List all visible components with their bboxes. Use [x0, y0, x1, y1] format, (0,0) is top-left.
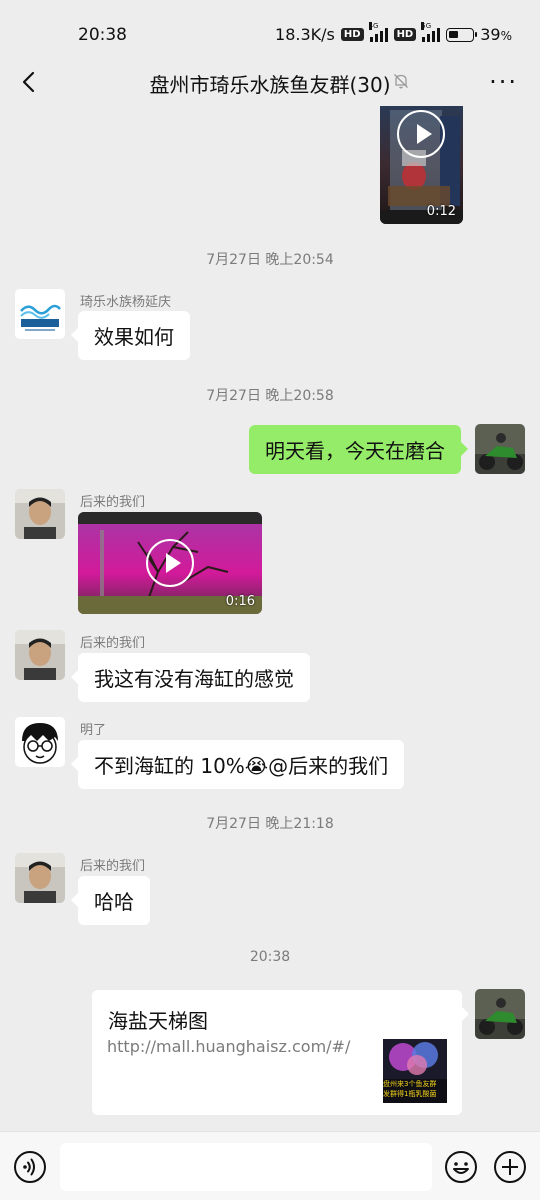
message-bubble[interactable]: 哈哈 [71, 876, 150, 925]
sender-name: 后来的我们 [80, 495, 146, 510]
video-message-top[interactable]: 0:12 [380, 106, 463, 224]
battery-icon [446, 27, 478, 42]
cartoon-avatar-icon [15, 717, 65, 767]
signal-5g-label: 5G [421, 21, 432, 30]
emoji-icon[interactable] [444, 1150, 478, 1184]
message-bubble-self[interactable]: 明天看，今天在磨合 [249, 425, 468, 474]
motorcycle-avatar-icon [475, 424, 525, 474]
person-avatar-icon [15, 630, 65, 680]
sender-name: 后来的我们 [80, 859, 146, 874]
avatar[interactable] [15, 489, 65, 539]
message-bubble[interactable]: 效果如何 [71, 311, 190, 360]
avatar[interactable] [15, 630, 65, 680]
hd-badge: HD [340, 28, 364, 41]
timestamp: 7月27日 晚上21:18 [206, 816, 334, 832]
link-title: 海盐天梯图 [108, 1009, 208, 1033]
status-bar: 20:38 18.3K/s HD 4G HD 5G 39% [0, 0, 540, 60]
signal-5g-icon: 5G [421, 21, 441, 42]
avatar[interactable] [15, 289, 65, 339]
signal-4g-label: 4G [368, 21, 379, 30]
link-card[interactable]: 海盐天梯图 http://mall.huanghaisz.com/#/ 盘州来3… [92, 990, 469, 1115]
play-icon[interactable] [146, 539, 194, 587]
my-avatar[interactable] [475, 989, 525, 1039]
status-indicators: 18.3K/s HD 4G HD 5G 39% [275, 21, 512, 44]
sender-name: 后来的我们 [80, 636, 146, 651]
link-url: http://mall.huanghaisz.com/#/ [107, 1037, 351, 1056]
battery-fill [449, 30, 459, 38]
video-message[interactable]: 0:16 [78, 512, 262, 614]
chat-title[interactable]: 盘州市琦乐水族鱼友群(30) [0, 69, 540, 98]
thumb-caption-1: 盘州来3个鱼友群 [383, 1080, 437, 1088]
avatar[interactable] [15, 853, 65, 903]
sender-name: 明了 [80, 723, 107, 738]
more-icon[interactable]: ··· [489, 68, 518, 96]
voice-icon[interactable] [13, 1150, 47, 1184]
plus-icon[interactable] [493, 1150, 527, 1184]
person-avatar-icon [15, 853, 65, 903]
avatar[interactable] [15, 717, 65, 767]
sender-name: 琦乐水族杨延庆 [80, 295, 172, 310]
person-avatar-icon [15, 489, 65, 539]
timestamp: 20:38 [249, 949, 291, 965]
message-input[interactable] [60, 1143, 432, 1191]
qile-logo-icon [15, 289, 65, 339]
input-bar [0, 1131, 540, 1200]
my-avatar[interactable] [475, 424, 525, 474]
message-bubble[interactable]: 不到海缸的 10%😭@后来的我们 [70, 740, 405, 789]
motorcycle-avatar-icon [475, 989, 525, 1039]
status-time: 20:38 [78, 25, 127, 45]
thumb-caption-2: 发群得1瓶乳酸菌 [383, 1090, 437, 1098]
link-thumbnail: 盘州来3个鱼友群 发群得1瓶乳酸菌 [383, 1039, 447, 1103]
chat-header: 盘州市琦乐水族鱼友群(30) ··· [0, 60, 540, 106]
signal-4g-icon: 4G [368, 21, 388, 42]
timestamp: 7月27日 晚上20:54 [206, 252, 334, 268]
battery-percent: 39% [480, 25, 512, 44]
message-bubble[interactable]: 我这有没有海缸的感觉 [71, 653, 310, 702]
hd-badge-2: HD [393, 28, 417, 41]
timestamp: 7月27日 晚上20:58 [206, 388, 334, 404]
play-icon[interactable] [397, 110, 445, 158]
video-duration: 0:16 [225, 594, 255, 609]
network-speed: 18.3K/s [275, 25, 335, 44]
mute-icon [394, 74, 408, 89]
video-duration: 0:12 [426, 204, 456, 219]
